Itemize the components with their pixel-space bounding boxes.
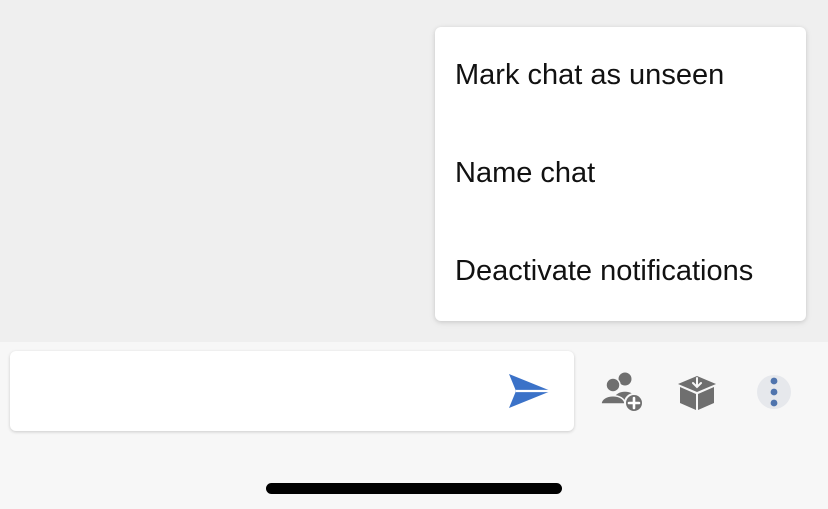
menu-item-name-chat[interactable]: Name chat xyxy=(455,156,595,190)
more-vertical-icon xyxy=(770,377,778,407)
add-member-button[interactable] xyxy=(596,368,648,416)
send-icon xyxy=(509,374,551,408)
more-options-highlight xyxy=(757,375,791,409)
more-options-button[interactable] xyxy=(748,368,800,416)
bottom-toolbar xyxy=(0,342,828,509)
home-indicator[interactable] xyxy=(266,483,562,494)
archive-button[interactable] xyxy=(671,368,723,416)
send-button[interactable] xyxy=(500,369,560,413)
message-input[interactable] xyxy=(26,371,490,413)
menu-item-deactivate-notifications[interactable]: Deactivate notifications xyxy=(455,254,753,288)
message-composer xyxy=(10,351,574,431)
add-member-icon xyxy=(600,372,644,413)
archive-box-icon xyxy=(678,376,716,410)
chat-context-menu: Mark chat as unseen Name chat Deactivate… xyxy=(435,27,806,321)
menu-item-mark-unseen[interactable]: Mark chat as unseen xyxy=(455,58,724,92)
